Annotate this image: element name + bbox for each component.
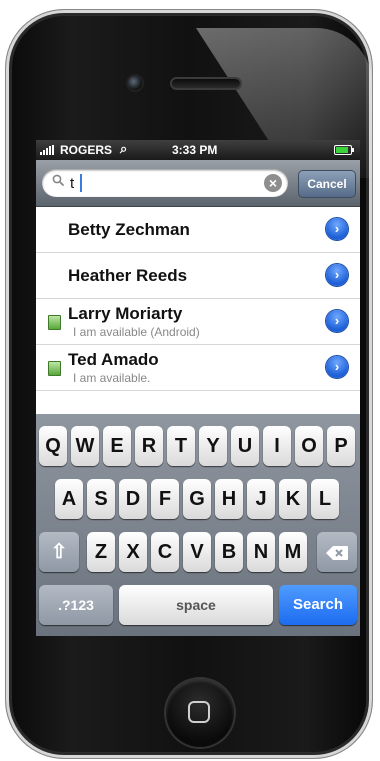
keyboard: Q W E R T Y U I O P A S D F G H J K L ⇧ … [36,414,360,636]
battery-icon [334,145,354,155]
contact-status: I am available (Android) [73,325,200,339]
search-icon [52,174,64,186]
contact-name: Betty Zechman [68,220,190,239]
results-list: Betty Zechman › Heather Reeds › Larry Mo… [36,207,360,391]
detail-disclosure-icon[interactable]: › [326,356,348,378]
shift-icon: ⇧ [50,541,68,563]
key-n[interactable]: N [247,532,275,572]
list-item[interactable]: Ted Amado I am available. › [36,345,360,391]
key-o[interactable]: O [295,426,323,466]
status-time: 3:33 PM [172,143,218,157]
key-s[interactable]: S [87,479,115,519]
carrier-name: ROGERS [60,143,113,157]
mode-switch-key[interactable]: .?123 [39,585,113,625]
online-status-icon [48,315,61,330]
front-camera [128,76,142,90]
key-p[interactable]: P [327,426,355,466]
list-item[interactable]: Larry Moriarty I am available (Android) … [36,299,360,345]
home-square-icon [188,701,210,723]
search-key[interactable]: Search [279,585,357,625]
wifi-icon: ⌕ [120,141,128,156]
search-bar: t × Cancel [36,160,360,207]
earpiece-speaker [172,79,240,88]
key-z[interactable]: Z [87,532,115,572]
key-c[interactable]: C [151,532,179,572]
key-h[interactable]: H [215,479,243,519]
key-m[interactable]: M [279,532,307,572]
search-query: t [70,175,75,192]
detail-disclosure-icon[interactable]: › [326,218,348,240]
key-t[interactable]: T [167,426,195,466]
key-g[interactable]: G [183,479,211,519]
home-button[interactable] [166,679,234,747]
detail-disclosure-icon[interactable]: › [326,310,348,332]
list-item[interactable]: Heather Reeds › [36,253,360,299]
key-f[interactable]: F [151,479,179,519]
key-j[interactable]: J [247,479,275,519]
contact-name: Larry Moriarty [68,304,183,323]
key-b[interactable]: B [215,532,243,572]
shift-key[interactable]: ⇧ [39,532,79,572]
text-cursor [80,174,82,192]
key-q[interactable]: Q [39,426,67,466]
key-e[interactable]: E [103,426,131,466]
key-w[interactable]: W [71,426,99,466]
key-l[interactable]: L [311,479,339,519]
contact-name: Heather Reeds [68,266,188,285]
delete-key[interactable] [317,532,357,572]
list-item[interactable]: Betty Zechman › [36,207,360,253]
key-a[interactable]: A [55,479,83,519]
contact-name: Ted Amado [68,350,159,369]
key-x[interactable]: X [119,532,147,572]
search-input[interactable]: t × [42,169,288,197]
key-y[interactable]: Y [199,426,227,466]
status-bar: ROGERS ⌕ 3:33 PM [36,140,360,160]
online-status-icon [48,361,61,376]
screen: ROGERS ⌕ 3:33 PM t × Cancel Betty Zechma… [36,140,360,636]
key-u[interactable]: U [231,426,259,466]
contact-status: I am available. [73,371,151,385]
delete-icon [326,546,348,561]
key-v[interactable]: V [183,532,211,572]
key-r[interactable]: R [135,426,163,466]
detail-disclosure-icon[interactable]: › [326,264,348,286]
cancel-button[interactable]: Cancel [298,170,356,198]
clear-icon[interactable]: × [264,174,282,192]
battery-fill [336,147,348,153]
space-key[interactable]: space [119,585,273,625]
key-d[interactable]: D [119,479,147,519]
key-k[interactable]: K [279,479,307,519]
key-i[interactable]: I [263,426,291,466]
signal-icon [40,145,58,155]
